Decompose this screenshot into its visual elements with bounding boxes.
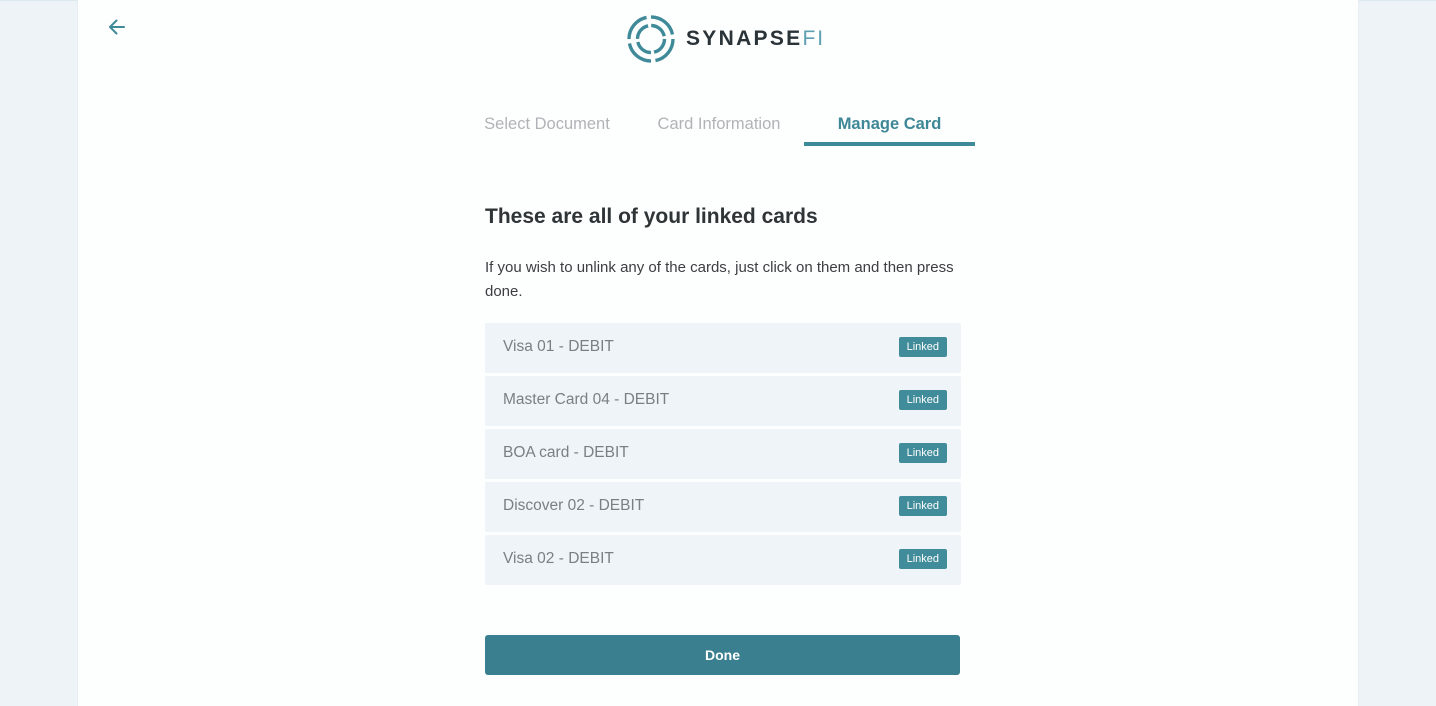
card-name: Discover 02 - DEBIT <box>503 497 645 514</box>
brand-logo: SYNAPSEFI <box>626 14 825 64</box>
page-description: If you wish to unlink any of the cards, … <box>485 259 954 300</box>
tab-manage-card[interactable]: Manage Card <box>804 104 975 146</box>
brand-name-suffix: FI <box>802 27 826 50</box>
tab-select-document[interactable]: Select Document <box>460 104 634 146</box>
linked-badge: Linked <box>898 496 947 516</box>
card-item-master-card-04[interactable]: Master Card 04 - DEBIT Linked <box>485 376 961 426</box>
card-name: Master Card 04 - DEBIT <box>503 391 670 408</box>
synapsefi-logo-icon <box>627 15 675 63</box>
linked-badge: Linked <box>898 549 947 569</box>
active-tab-indicator <box>804 142 975 146</box>
linked-badge: Linked <box>898 337 947 357</box>
tab-card-information[interactable]: Card Information <box>634 104 804 146</box>
card-item-visa-01[interactable]: Visa 01 - DEBIT Linked <box>485 323 961 373</box>
back-button[interactable] <box>106 16 128 38</box>
linked-badge: Linked <box>898 390 947 410</box>
step-tabs: Select Document Card Information Manage … <box>460 104 990 148</box>
card-item-visa-02[interactable]: Visa 02 - DEBIT Linked <box>485 535 961 585</box>
done-button[interactable]: Done <box>485 635 960 675</box>
brand-name: SYNAPSEFI <box>686 27 825 51</box>
card-item-boa-card[interactable]: BOA card - DEBIT Linked <box>485 429 961 479</box>
arrow-left-icon <box>109 19 125 35</box>
card-item-discover-02[interactable]: Discover 02 - DEBIT Linked <box>485 482 961 532</box>
brand-name-main: SYNAPSE <box>686 27 803 50</box>
linked-badge: Linked <box>898 443 947 463</box>
card-name: Visa 02 - DEBIT <box>503 550 614 567</box>
linked-card-list: Visa 01 - DEBIT Linked Master Card 04 - … <box>485 323 961 588</box>
card-name: Visa 01 - DEBIT <box>503 338 614 355</box>
page-heading: These are all of your linked cards <box>485 205 818 228</box>
card-name: BOA card - DEBIT <box>503 444 629 461</box>
